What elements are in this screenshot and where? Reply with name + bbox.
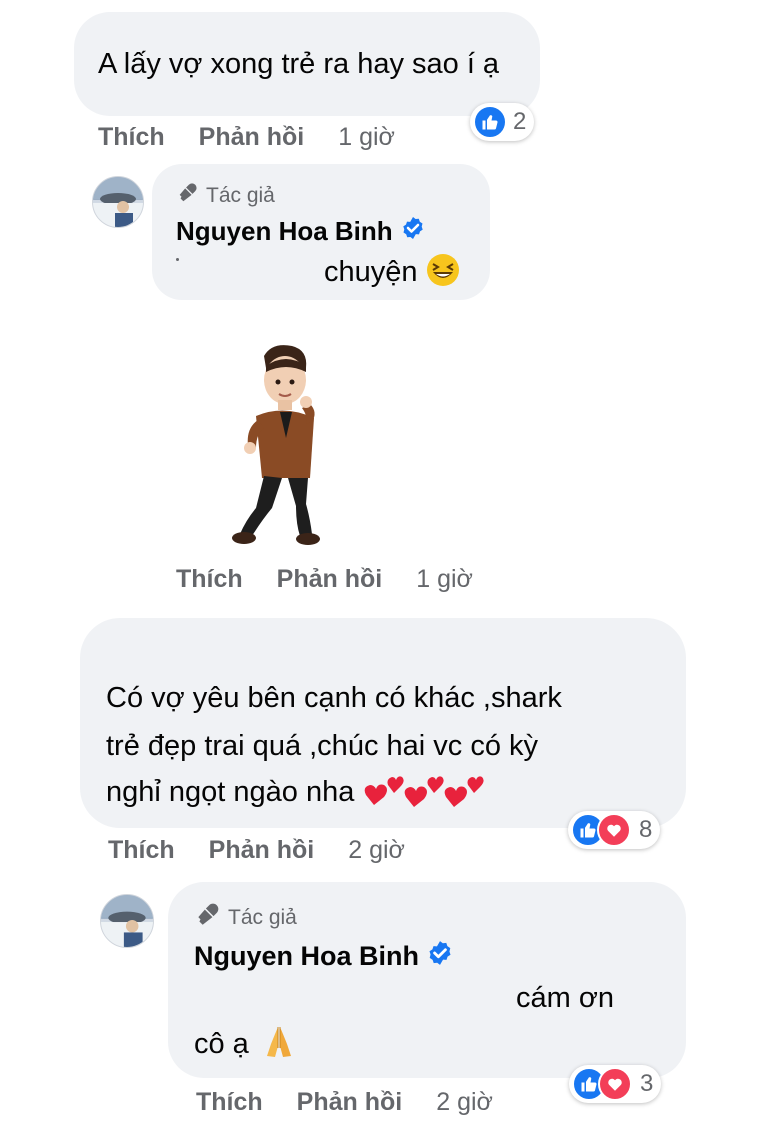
comment-actions: Thích Phản hồi 1 giờ (98, 123, 395, 152)
reaction-summary[interactable]: 3 (569, 1065, 662, 1103)
comment-text-row-3: nghỉ ngọt ngào nha (106, 768, 484, 816)
comment-text: chuyện (324, 256, 418, 288)
comment-time[interactable]: 1 giờ (416, 565, 473, 594)
author-badge-label: Tác giả (206, 184, 275, 207)
comment-text-line-1: Có vợ yêu bên cạnh có khác ,shark (106, 682, 562, 714)
reply-bubble: Tác giả Nguyen Hoa Binh cám ơn cô ạ (168, 882, 686, 1078)
love-reaction-icon (597, 813, 631, 847)
like-button[interactable]: Thích (108, 836, 175, 865)
avatar[interactable] (100, 894, 154, 948)
comment-actions: Thích Phản hồi 1 giờ (176, 565, 473, 594)
comment-actions: Thích Phản hồi 2 giờ (196, 1088, 493, 1117)
verified-badge-icon (427, 940, 453, 973)
reaction-summary[interactable]: 8 (568, 811, 661, 849)
like-reaction-icon (473, 105, 507, 139)
reaction-count: 8 (639, 816, 653, 843)
like-button[interactable]: Thích (196, 1088, 263, 1117)
comment-time[interactable]: 2 giờ (436, 1088, 493, 1117)
reply-button[interactable]: Phản hồi (297, 1088, 403, 1117)
comment-time[interactable]: 2 giờ (348, 836, 405, 865)
comment-text: A lấy vợ xong trẻ ra hay sao í ạ (98, 48, 500, 80)
reply-button[interactable]: Phản hồi (277, 565, 383, 594)
author-badge-label: Tác giả (228, 906, 297, 929)
reply-text-row: chuyện (324, 248, 460, 296)
reaction-count: 2 (513, 108, 527, 135)
author-name[interactable]: Nguyen Hoa Binh (194, 940, 453, 973)
author-badge: Tác giả (176, 182, 275, 210)
author-name[interactable]: Nguyen Hoa Binh (176, 216, 425, 247)
comment-actions: Thích Phản hồi 2 giờ (108, 836, 405, 865)
verified-badge-icon (401, 216, 425, 247)
reply-button[interactable]: Phản hồi (209, 836, 315, 865)
reaction-summary[interactable]: 2 (470, 103, 535, 141)
author-name-text[interactable]: Nguyen Hoa Binh (194, 941, 419, 972)
comment-text-row-2: cô ạ (194, 1020, 297, 1068)
pray-emoji-icon (261, 1024, 297, 1065)
author-badge: Tác giả (194, 902, 297, 934)
comment-text-line-1: cám ơn (516, 982, 614, 1014)
like-button[interactable]: Thích (98, 123, 165, 152)
laughing-emoji-icon (426, 253, 460, 292)
comment-text-line-2: trẻ đẹp trai quá ,chúc hai vc có kỳ (106, 730, 538, 762)
microphone-icon (176, 182, 198, 210)
comment-bubble: Có vợ yêu bên cạnh có khác ,shark trẻ đẹ… (80, 618, 686, 828)
comment-text-line-2: cô ạ (194, 1028, 249, 1060)
reply-bubble: Tác giả Nguyen Hoa Binh chuyện (152, 164, 490, 300)
like-button[interactable]: Thích (176, 565, 243, 594)
avatar-sticker[interactable] (226, 338, 336, 552)
avatar[interactable] (92, 176, 144, 228)
comment-text-line-3: nghỉ ngọt ngào nha (106, 776, 355, 808)
microphone-icon (194, 902, 220, 934)
dot (176, 258, 179, 261)
author-name-text[interactable]: Nguyen Hoa Binh (176, 216, 393, 247)
love-reaction-icon (598, 1067, 632, 1101)
comment-time[interactable]: 1 giờ (338, 123, 395, 152)
hearts-emoji-icon (364, 771, 484, 814)
comment-bubble: A lấy vợ xong trẻ ra hay sao í ạ (74, 12, 540, 116)
reply-button[interactable]: Phản hồi (199, 123, 305, 152)
reaction-count: 3 (640, 1070, 654, 1097)
